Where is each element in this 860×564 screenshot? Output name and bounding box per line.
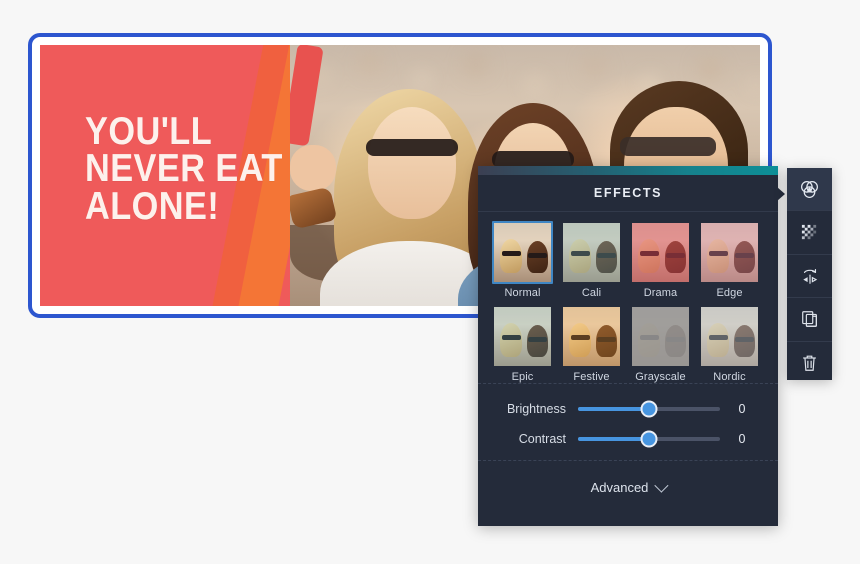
effect-item-nordic[interactable]: Nordic xyxy=(699,305,760,383)
effect-item-edge[interactable]: Edge xyxy=(699,221,760,299)
slider-contrast[interactable] xyxy=(578,430,720,448)
effect-item-festive[interactable]: Festive xyxy=(561,305,622,383)
chevron-down-icon xyxy=(654,478,669,493)
effect-tint-overlay xyxy=(632,223,689,282)
effect-label: Nordic xyxy=(713,371,746,383)
effect-thumbnail[interactable] xyxy=(561,305,622,368)
slider-label: Contrast xyxy=(518,432,566,446)
effects-panel: EFFECTS Normal Cali Drama Edge Epic Festive G… xyxy=(478,166,785,526)
tool-effects[interactable] xyxy=(787,168,832,212)
effect-preview xyxy=(632,307,689,366)
headline-line-1: YOU'LL xyxy=(85,110,213,153)
effect-tint-overlay xyxy=(563,307,620,366)
tool-flip[interactable] xyxy=(787,255,832,299)
headline-line-2: NEVER EAT xyxy=(85,147,283,191)
food-item xyxy=(290,186,338,230)
effect-label: Festive xyxy=(573,371,610,383)
effect-preview xyxy=(632,223,689,282)
effect-preview xyxy=(494,223,551,282)
effects-thumbnail-scroll-area[interactable]: Normal Cali Drama Edge Epic Festive Grayscale… xyxy=(478,212,778,384)
slider-knob[interactable] xyxy=(640,400,658,418)
effect-item-epic[interactable]: Epic xyxy=(492,305,553,383)
banner-headline[interactable]: YOU'LL NEVER EAT ALONE! xyxy=(85,110,283,228)
effect-label: Epic xyxy=(511,371,534,383)
effect-tint-overlay xyxy=(632,307,689,366)
tool-delete[interactable] xyxy=(787,342,832,384)
advanced-label: Advanced xyxy=(590,479,649,495)
slider-fill xyxy=(578,407,649,411)
person-1-sunglasses xyxy=(366,139,458,156)
person-1-face xyxy=(368,107,456,219)
slider-value: 0 xyxy=(738,402,746,416)
slider-value: 0 xyxy=(738,432,746,446)
adjustment-sliders: Brightness 0 Contrast 0 xyxy=(478,384,778,461)
slider-row-brightness: Brightness 0 xyxy=(492,394,764,424)
effect-item-normal[interactable]: Normal xyxy=(492,221,553,299)
slider-row-contrast: Contrast 0 xyxy=(492,424,764,454)
effect-preview xyxy=(701,223,758,282)
effect-thumbnail[interactable] xyxy=(492,305,553,368)
effect-preview xyxy=(494,307,551,366)
panel-pointer-arrow xyxy=(777,187,785,201)
tool-transparency[interactable] xyxy=(787,211,832,255)
panel-title: EFFECTS xyxy=(478,175,778,212)
effect-tint-overlay xyxy=(701,223,758,282)
advanced-toggle[interactable]: Advanced xyxy=(478,461,778,513)
person-1-hand xyxy=(290,145,336,191)
effect-thumbnail[interactable] xyxy=(699,305,760,368)
effects-row-1: Normal Cali Drama Edge xyxy=(492,221,764,299)
effect-item-drama[interactable]: Drama xyxy=(630,221,691,299)
effect-label: Grayscale xyxy=(635,371,686,383)
effect-label: Edge xyxy=(716,287,743,299)
effect-label: Normal xyxy=(504,287,541,299)
color-wheel-icon xyxy=(799,179,820,200)
tool-duplicate[interactable] xyxy=(787,298,832,342)
slider-label: Brightness xyxy=(506,402,566,416)
panel-accent-bar xyxy=(478,166,778,175)
object-toolbar xyxy=(787,168,832,380)
canvas-stage: YOU'LL NEVER EAT ALONE! EFFECTS Normal Ca… xyxy=(0,0,860,564)
effects-row-2: Epic Festive Grayscale Nordic xyxy=(492,305,764,383)
person-3-sunglasses xyxy=(620,137,716,156)
slider-knob[interactable] xyxy=(640,430,658,448)
effect-thumbnail[interactable] xyxy=(492,221,553,284)
flip-mirror-icon xyxy=(799,266,821,286)
effect-tint-overlay xyxy=(701,307,758,366)
effect-item-grayscale[interactable]: Grayscale xyxy=(630,305,691,383)
effect-label: Drama xyxy=(643,287,678,299)
checkerboard-transparency-icon xyxy=(800,223,819,242)
effect-preview xyxy=(563,223,620,282)
effect-thumbnail[interactable] xyxy=(630,305,691,368)
effect-tint-overlay xyxy=(494,307,551,366)
effect-preview xyxy=(701,307,758,366)
headline-line-3: ALONE! xyxy=(85,184,220,228)
effect-thumbnail[interactable] xyxy=(630,221,691,284)
effect-label: Cali xyxy=(581,287,602,299)
duplicate-icon xyxy=(800,309,820,329)
effect-tint-overlay xyxy=(563,223,620,282)
effect-thumbnail[interactable] xyxy=(699,221,760,284)
slider-fill xyxy=(578,437,649,441)
effect-item-cali[interactable]: Cali xyxy=(561,221,622,299)
trash-icon xyxy=(800,353,819,373)
person-1-shirt-accent xyxy=(290,45,324,147)
effect-thumbnail[interactable] xyxy=(561,221,622,284)
effect-preview xyxy=(563,307,620,366)
effect-tint-overlay xyxy=(494,223,551,282)
slider-brightness[interactable] xyxy=(578,400,720,418)
